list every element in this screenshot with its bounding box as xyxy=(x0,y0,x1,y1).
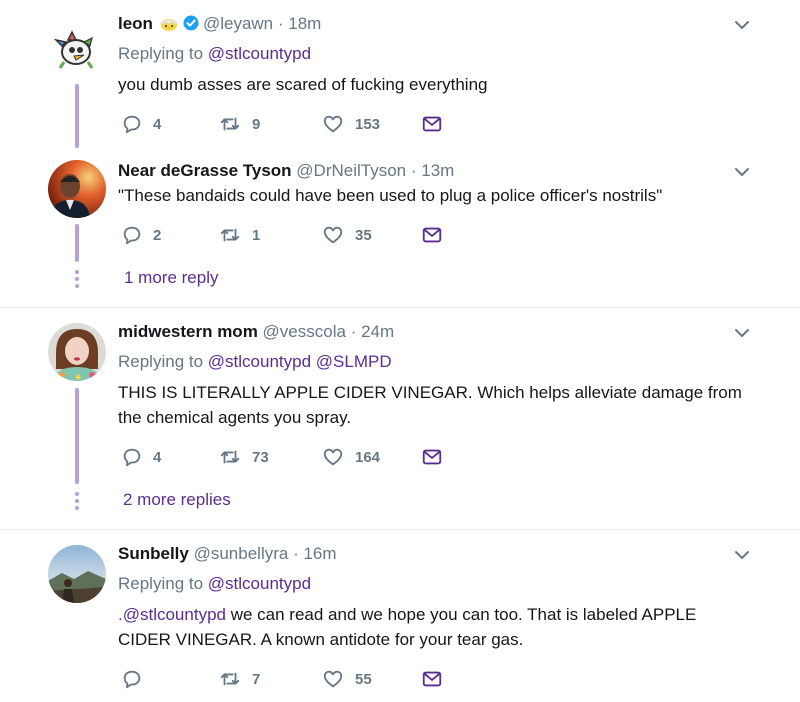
reply-button[interactable] xyxy=(121,668,153,690)
timestamp[interactable]: · 16m xyxy=(293,544,336,563)
verified-badge-icon xyxy=(183,14,199,31)
avatar[interactable] xyxy=(48,160,106,218)
like-button[interactable]: 153 xyxy=(321,113,380,135)
display-name[interactable]: leon xyxy=(118,14,153,33)
like-button[interactable]: 55 xyxy=(321,668,372,690)
like-icon xyxy=(321,113,345,135)
cartoon-bird-avatar-icon xyxy=(53,30,94,69)
divider xyxy=(0,529,800,530)
retweet-icon xyxy=(218,224,242,246)
retweet-button[interactable]: 9 xyxy=(218,113,260,135)
tweet-text-line-1: THIS IS LITERALLY APPLE CIDER VINEGAR. W… xyxy=(118,383,742,402)
mention-link[interactable]: @stlcountypd xyxy=(208,44,311,63)
reply-count: 4 xyxy=(153,115,162,133)
like-button[interactable]: 35 xyxy=(321,224,372,246)
replying-to: Replying to @stlcountypd xyxy=(118,44,312,63)
replying-to: Replying to @stlcountypd xyxy=(118,574,312,593)
chevron-down-icon[interactable] xyxy=(734,547,750,563)
thread-dots xyxy=(75,270,79,291)
like-count: 153 xyxy=(355,115,381,133)
like-count: 55 xyxy=(355,670,372,688)
reply-count: 4 xyxy=(153,448,162,466)
retweet-icon xyxy=(218,668,242,690)
retweet-icon xyxy=(218,446,242,468)
direct-message-button[interactable] xyxy=(420,446,444,468)
handle[interactable]: @leyawn xyxy=(203,14,273,33)
tweet-text-line-2: the chemical agents you spray. xyxy=(118,408,352,427)
display-name[interactable]: midwestern mom xyxy=(118,322,258,341)
reply-button[interactable]: 2 xyxy=(121,224,161,246)
timestamp[interactable]: · 24m xyxy=(351,322,394,341)
timestamp[interactable]: · 13m xyxy=(411,161,454,180)
replying-to: Replying to @stlcountypd @SLMPD xyxy=(118,352,392,371)
direct-message-button[interactable] xyxy=(420,668,444,690)
more-replies-link[interactable]: 1 more reply xyxy=(124,266,218,290)
mention-link[interactable]: @stlcountypd xyxy=(208,574,311,593)
reply-icon xyxy=(121,446,143,468)
retweet-count: 73 xyxy=(252,448,269,466)
retweet-icon xyxy=(218,113,242,135)
chevron-down-icon[interactable] xyxy=(734,17,750,33)
landscape-photo-avatar-icon xyxy=(48,545,106,603)
avatar[interactable] xyxy=(48,323,106,381)
tweet-text-line-2: CIDER VINEGAR. A known antidote for your… xyxy=(118,630,524,649)
more-replies-link[interactable]: 2 more replies xyxy=(123,488,231,512)
retweet-button[interactable]: 73 xyxy=(218,446,269,468)
timestamp[interactable]: · 18m xyxy=(278,14,321,33)
direct-message-icon xyxy=(420,446,444,468)
like-icon xyxy=(321,224,345,246)
direct-message-icon xyxy=(420,224,444,246)
woman-photo-avatar-icon xyxy=(48,323,106,381)
like-icon xyxy=(321,668,345,690)
handle[interactable]: @sunbellyra xyxy=(194,544,289,563)
thread-line xyxy=(75,388,79,484)
like-icon xyxy=(321,446,345,468)
direct-message-button[interactable] xyxy=(420,224,444,246)
reply-count: 2 xyxy=(153,226,162,244)
avatar[interactable] xyxy=(48,545,106,603)
handle[interactable]: @DrNeilTyson xyxy=(296,161,406,180)
reply-icon xyxy=(121,224,143,246)
divider xyxy=(0,307,800,308)
retweet-button[interactable]: 7 xyxy=(218,668,260,690)
reply-button[interactable]: 4 xyxy=(121,113,161,135)
like-count: 164 xyxy=(355,448,381,466)
retweet-count: 7 xyxy=(252,670,261,688)
mention-link[interactable]: @stlcountypd @SLMPD xyxy=(208,352,392,371)
retweet-count: 9 xyxy=(252,115,261,133)
retweet-button[interactable]: 1 xyxy=(218,224,260,246)
retweet-count: 1 xyxy=(252,226,261,244)
thread-line xyxy=(75,84,79,148)
reply-icon xyxy=(121,668,143,690)
tweet-text-line-1: .@stlcountypd we can read and we hope yo… xyxy=(118,605,697,624)
display-name[interactable]: Sunbelly xyxy=(118,544,189,563)
reply-button[interactable]: 4 xyxy=(121,446,161,468)
display-name[interactable]: Near deGrasse Tyson xyxy=(118,161,292,180)
avatar[interactable] xyxy=(48,22,104,78)
like-button[interactable]: 164 xyxy=(321,446,380,468)
tweet-text: "These bandaids could have been used to … xyxy=(118,186,663,205)
handle[interactable]: @vesscola xyxy=(263,322,346,341)
mention-link[interactable]: .@stlcountypd xyxy=(118,605,226,624)
direct-message-icon xyxy=(420,668,444,690)
tweet-text: you dumb asses are scared of fucking eve… xyxy=(118,75,488,94)
chevron-down-icon[interactable] xyxy=(734,164,750,180)
chick-emoji-icon xyxy=(159,14,179,32)
reply-icon xyxy=(121,113,143,135)
man-photo-avatar-icon xyxy=(48,160,106,218)
like-count: 35 xyxy=(355,226,372,244)
direct-message-button[interactable] xyxy=(420,113,444,135)
chevron-down-icon[interactable] xyxy=(734,325,750,341)
thread-line xyxy=(75,224,79,262)
direct-message-icon xyxy=(420,113,444,135)
thread-dots xyxy=(75,492,79,513)
